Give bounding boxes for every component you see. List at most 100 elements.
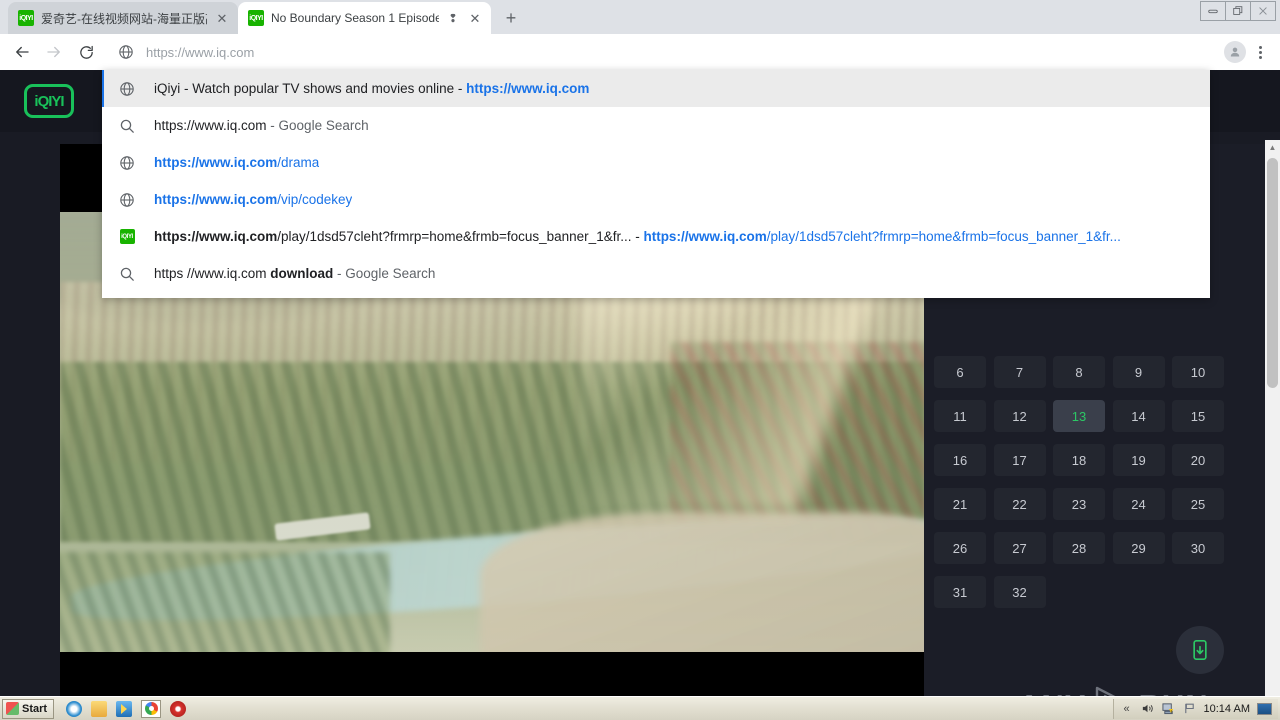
suggestion-text-part: - Google Search — [333, 266, 436, 281]
suggestion-text-part: https://www.iq.com — [154, 229, 278, 244]
suggestion-text-part: https://www.iq.com — [466, 81, 590, 96]
suggestion-text-part: https //www.iq.com — [154, 266, 271, 281]
address-bar-text: https://www.iq.com — [146, 44, 255, 60]
episode-cell-14[interactable]: 14 — [1112, 400, 1165, 432]
episode-cell-24[interactable]: 24 — [1112, 488, 1165, 520]
episode-cell-31[interactable]: 31 — [934, 576, 986, 608]
iqiyi-favicon: iQIYI — [18, 10, 34, 26]
scrollbar-thumb[interactable] — [1267, 158, 1278, 388]
volume-icon[interactable] — [1141, 702, 1155, 716]
suggestion-row-4[interactable]: https://www.iq.com/vip/codekey — [102, 181, 1210, 218]
episode-cell-32[interactable]: 32 — [993, 576, 1046, 608]
episode-cell-17[interactable]: 17 — [993, 444, 1046, 476]
flag-icon[interactable] — [1183, 702, 1197, 716]
suggestion-text-part: https://www.iq.com — [643, 229, 767, 244]
suggestion-row-2[interactable]: https://www.iq.com - Google Search — [102, 107, 1210, 144]
suggestion-text-part: iQiyi - Watch popular TV shows and movie… — [154, 81, 467, 96]
start-label: Start — [22, 702, 48, 715]
suggestion-text-part: - Google Search — [266, 118, 369, 133]
browser-toolbar: https://www.iq.com — [0, 34, 1280, 70]
download-app-icon[interactable] — [1176, 626, 1224, 674]
network-icon[interactable]: ! — [1162, 702, 1176, 716]
episode-cell-18[interactable]: 18 — [1053, 444, 1105, 476]
episode-cell-11[interactable]: 11 — [934, 400, 986, 432]
kebab-menu-icon[interactable] — [1248, 40, 1272, 64]
suggestion-text: https://www.iq.com - Google Search — [154, 118, 369, 133]
restore-icon[interactable] — [1225, 1, 1251, 21]
episode-cell-10[interactable]: 10 — [1172, 356, 1224, 388]
page-scrollbar[interactable]: ▲ ▼ — [1265, 140, 1280, 696]
globe-icon — [118, 192, 136, 208]
system-tray: « ! 10:14 AM — [1112, 698, 1278, 719]
suggestion-row-6[interactable]: https //www.iq.com download - Google Sea… — [102, 255, 1210, 292]
screen: iQIYI 爱奇艺-在线视频网站-海量正版高清 ✕ iQIYI No Bound… — [0, 0, 1280, 720]
suggestion-text-part: https://www.iq.com — [154, 155, 278, 170]
suggestion-text: https://www.iq.com/vip/codekey — [154, 192, 352, 207]
episode-cell-22[interactable]: 22 — [993, 488, 1046, 520]
episode-cell-20[interactable]: 20 — [1172, 444, 1224, 476]
episode-grid: 6 7 8 9 10 11 12 13 14 15 16 17 18 19 20 21 22 23 24 25 26 27… — [934, 356, 1224, 608]
back-icon[interactable] — [8, 38, 36, 66]
episode-cell-30[interactable]: 30 — [1172, 532, 1224, 564]
episode-cell-12[interactable]: 12 — [993, 400, 1046, 432]
episode-cell-23[interactable]: 23 — [1053, 488, 1105, 520]
internet-explorer-icon[interactable] — [66, 700, 83, 717]
close-icon[interactable] — [1250, 1, 1276, 21]
taskbar: Start « ! 10:14 AM — [0, 696, 1280, 720]
episode-cell-15[interactable]: 15 — [1172, 400, 1224, 432]
close-icon[interactable]: ✕ — [467, 12, 483, 25]
suggestion-text-part: /drama — [277, 155, 320, 170]
close-icon[interactable]: ✕ — [214, 12, 230, 25]
episode-cell-25[interactable]: 25 — [1172, 488, 1224, 520]
tab-no-boundary-episode[interactable]: iQIYI No Boundary Season 1 Episode ❢ ✕ — [238, 2, 491, 34]
avatar[interactable] — [1224, 41, 1246, 63]
clock[interactable]: 10:14 AM — [1204, 703, 1250, 715]
start-button[interactable]: Start — [2, 698, 55, 719]
new-tab-button[interactable]: + — [497, 4, 525, 32]
address-bar[interactable]: https://www.iq.com — [108, 38, 1218, 66]
episode-cell-13[interactable]: 13 — [1053, 400, 1105, 432]
show-hidden-icons-icon[interactable]: « — [1120, 702, 1134, 716]
show-desktop-icon[interactable] — [1257, 702, 1272, 715]
search-icon — [118, 266, 136, 282]
tab-iqiyi-home[interactable]: iQIYI 爱奇艺-在线视频网站-海量正版高清 ✕ — [8, 2, 238, 34]
episode-cell-16[interactable]: 16 — [934, 444, 986, 476]
scroll-up-icon[interactable]: ▲ — [1265, 140, 1280, 155]
episode-cell-26[interactable]: 26 — [934, 532, 986, 564]
suggestion-text: iQiyi - Watch popular TV shows and movie… — [154, 81, 589, 96]
omnibox-suggestions: iQiyi - Watch popular TV shows and movie… — [102, 70, 1210, 298]
suggestion-text: https://www.iq.com/play/1dsd57cleht?frmr… — [154, 229, 1121, 244]
suggestion-row-3[interactable]: https://www.iq.com/drama — [102, 144, 1210, 181]
episode-cell-29[interactable]: 29 — [1112, 532, 1165, 564]
media-player-icon[interactable] — [116, 700, 133, 717]
suggestion-text-part: https://www.iq.com — [154, 118, 267, 133]
suggestion-row-1[interactable]: iQiyi - Watch popular TV shows and movie… — [102, 70, 1210, 107]
episode-cell-28[interactable]: 28 — [1053, 532, 1105, 564]
iqiyi-logo[interactable]: iQIYI — [24, 84, 74, 118]
episode-cell-21[interactable]: 21 — [934, 488, 986, 520]
reload-icon[interactable] — [72, 38, 100, 66]
episode-cell-8[interactable]: 8 — [1053, 356, 1105, 388]
tab-strip: iQIYI 爱奇艺-在线视频网站-海量正版高清 ✕ iQIYI No Bound… — [0, 0, 1280, 34]
suggestion-text-part: https://www.iq.com — [154, 192, 278, 207]
episode-cell-19[interactable]: 19 — [1112, 444, 1165, 476]
suggestion-text-part: download — [270, 266, 334, 281]
minimize-icon[interactable] — [1200, 1, 1226, 21]
iqiyi-favicon: iQIYI — [118, 229, 136, 244]
episode-cell-27[interactable]: 27 — [993, 532, 1046, 564]
speaker-icon[interactable]: ❢ — [446, 12, 460, 25]
episode-cell-9[interactable]: 9 — [1112, 356, 1165, 388]
search-icon — [118, 118, 136, 134]
suggestion-text-part: /play/1dsd57cleht?frmrp=home&frmb=focus_… — [277, 229, 644, 244]
window-controls — [1200, 1, 1276, 21]
episode-cell-7[interactable]: 7 — [993, 356, 1046, 388]
iqiyi-favicon: iQIYI — [248, 10, 264, 26]
chrome-icon[interactable] — [141, 699, 162, 718]
tab-title: No Boundary Season 1 Episode — [271, 11, 439, 25]
episode-cell-6[interactable]: 6 — [934, 356, 986, 388]
folder-icon[interactable] — [91, 700, 108, 717]
suggestion-row-5[interactable]: iQIYI https://www.iq.com/play/1dsd57cleht… — [102, 218, 1210, 255]
opera-icon[interactable] — [170, 700, 187, 717]
windows-flag-icon — [6, 702, 19, 715]
tab-title: 爱奇艺-在线视频网站-海量正版高清 — [41, 11, 207, 26]
